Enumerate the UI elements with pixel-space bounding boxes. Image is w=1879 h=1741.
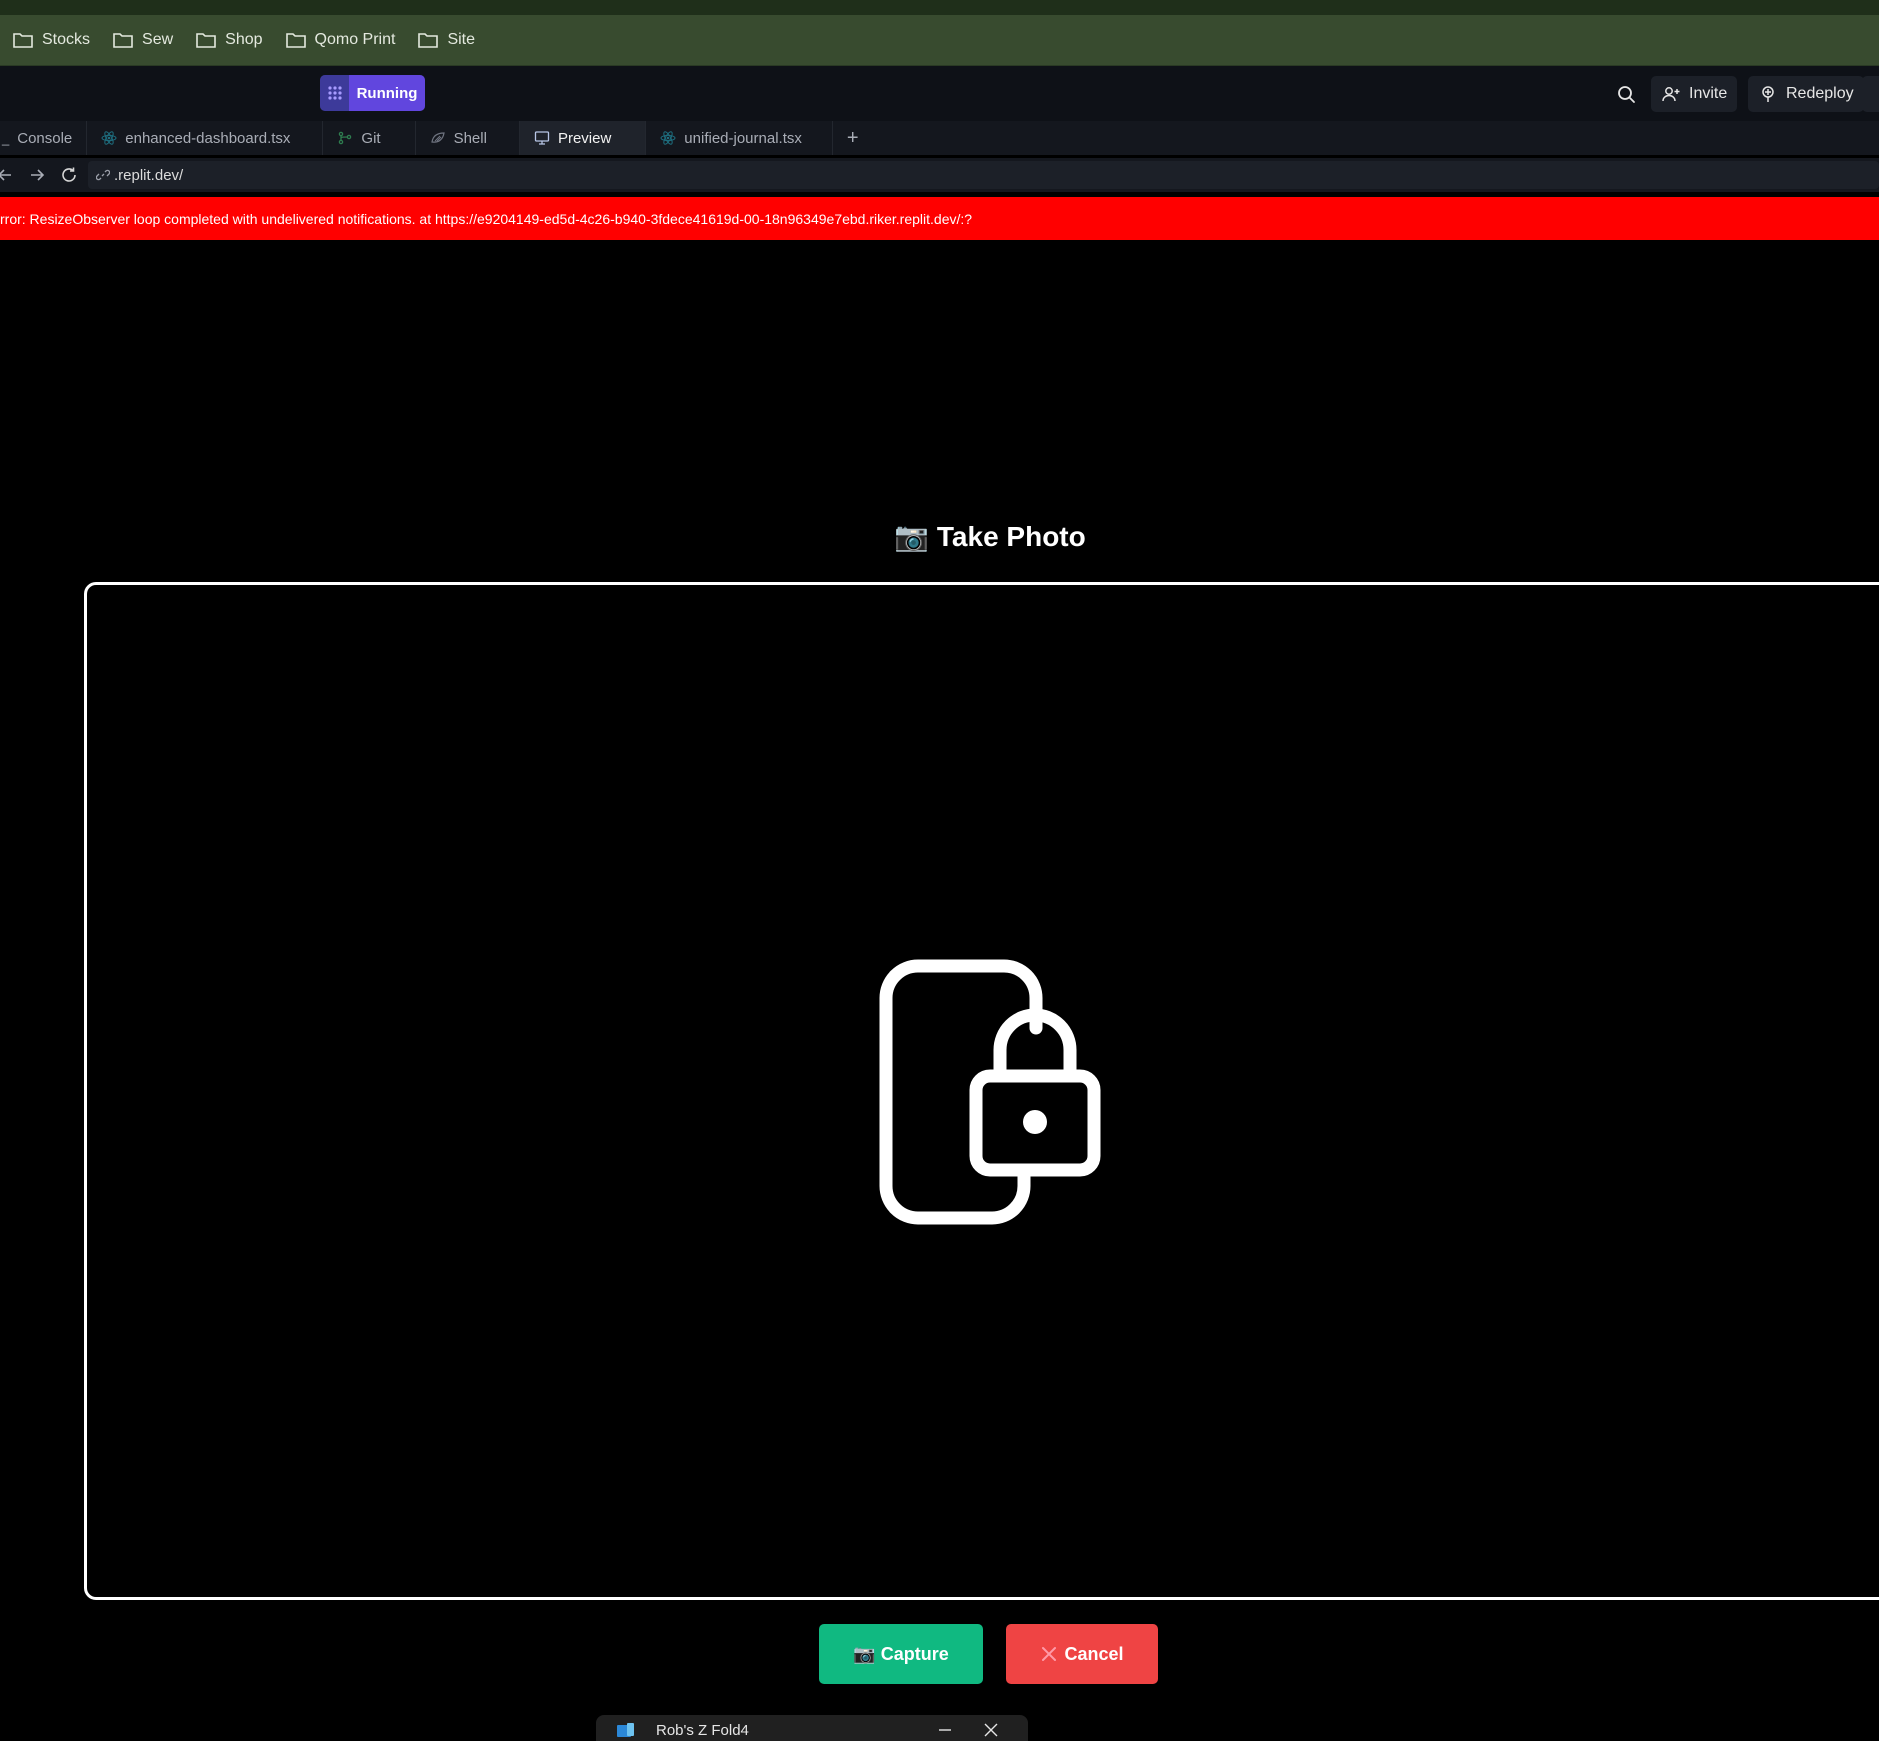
bookmark-site[interactable]: Site — [417, 31, 475, 49]
bookmark-label: Stocks — [42, 31, 91, 48]
console-icon: _ — [2, 130, 10, 146]
apps-grid-icon — [320, 75, 349, 111]
forward-arrow-icon[interactable] — [28, 166, 46, 184]
redeploy-label: Redeploy — [1786, 85, 1854, 102]
bookmark-label: Qomo Print — [314, 31, 396, 48]
react-icon — [660, 131, 676, 145]
preview-address-bar: .replit.dev/ — [0, 158, 1879, 192]
tab-label: Console — [17, 129, 73, 147]
cancel-label: Cancel — [1064, 1643, 1124, 1664]
tab-preview[interactable]: Preview — [519, 121, 647, 155]
bookmarks-bar: Stocks Sew Shop Qomo Print Site — [0, 15, 1879, 66]
page-title: 📷 Take Photo — [894, 521, 1086, 552]
new-tab-button[interactable]: + — [833, 121, 873, 155]
tab-unified-journal[interactable]: unified-journal.tsx — [646, 121, 833, 155]
folder-icon — [113, 33, 133, 48]
cancel-button[interactable]: Cancel — [1006, 1624, 1158, 1684]
reload-icon[interactable] — [60, 166, 78, 184]
minimize-icon[interactable] — [936, 1721, 954, 1739]
react-icon — [101, 131, 117, 145]
capture-button[interactable]: 📷 Capture — [819, 1624, 983, 1684]
workspace-header: Running Invite Redeploy — [0, 66, 1879, 121]
link-icon — [96, 169, 110, 181]
folder-icon — [13, 33, 33, 48]
folder-icon — [196, 33, 216, 48]
monitor-icon — [534, 131, 550, 145]
run-status-label: Running — [349, 75, 425, 111]
editor-tabs: _ Console enhanced-dashboard.tsx Git She… — [0, 121, 1879, 155]
tab-label: unified-journal.tsx — [684, 129, 802, 147]
url-text: .replit.dev/ — [114, 166, 184, 184]
phone-link-window[interactable]: Rob's Z Fold4 — [596, 1715, 1028, 1741]
bookmark-label: Sew — [142, 31, 174, 48]
bookmark-label: Shop — [225, 31, 263, 48]
folder-icon — [285, 33, 306, 48]
close-icon — [1042, 1647, 1057, 1661]
bookmark-qomo-print[interactable]: Qomo Print — [285, 31, 396, 49]
redeploy-button[interactable]: Redeploy — [1748, 76, 1864, 112]
tab-label: Shell — [453, 129, 487, 147]
folder-icon — [418, 33, 439, 48]
tab-label: Git — [361, 129, 381, 147]
phone-lock-icon — [879, 959, 1101, 1225]
error-banner: rror: ResizeObserver loop completed with… — [0, 197, 1879, 240]
bookmark-label: Site — [447, 31, 476, 48]
bookmark-stocks[interactable]: Stocks — [12, 31, 90, 49]
search-icon[interactable] — [1614, 82, 1638, 106]
window-title: Rob's Z Fold4 — [656, 1721, 749, 1739]
tab-enhanced-dashboard[interactable]: enhanced-dashboard.tsx — [87, 121, 324, 155]
url-field[interactable]: .replit.dev/ — [88, 161, 1879, 189]
capture-label: 📷 Capture — [853, 1643, 949, 1664]
error-text: rror: ResizeObserver loop completed with… — [0, 210, 973, 227]
deploy-icon — [1762, 86, 1774, 102]
run-status-button[interactable]: Running — [320, 75, 425, 111]
invite-label: Invite — [1689, 85, 1728, 102]
tab-console[interactable]: _ Console — [0, 121, 88, 155]
tab-git[interactable]: Git — [323, 121, 416, 155]
git-icon — [339, 131, 352, 145]
close-icon[interactable] — [982, 1721, 1000, 1739]
shell-icon — [430, 132, 445, 143]
invite-button[interactable]: Invite — [1651, 76, 1738, 112]
bookmark-sew[interactable]: Sew — [112, 31, 173, 49]
tab-label: Preview — [557, 129, 612, 147]
bookmark-shop[interactable]: Shop — [195, 31, 263, 49]
tab-shell[interactable]: Shell — [416, 121, 520, 155]
phone-link-icon — [617, 1723, 634, 1737]
add-user-icon — [1662, 87, 1680, 102]
window-top-strip — [0, 0, 1879, 15]
overflow-button[interactable] — [1862, 76, 1879, 112]
back-arrow-icon[interactable] — [0, 166, 14, 184]
tab-label: enhanced-dashboard.tsx — [125, 129, 291, 147]
